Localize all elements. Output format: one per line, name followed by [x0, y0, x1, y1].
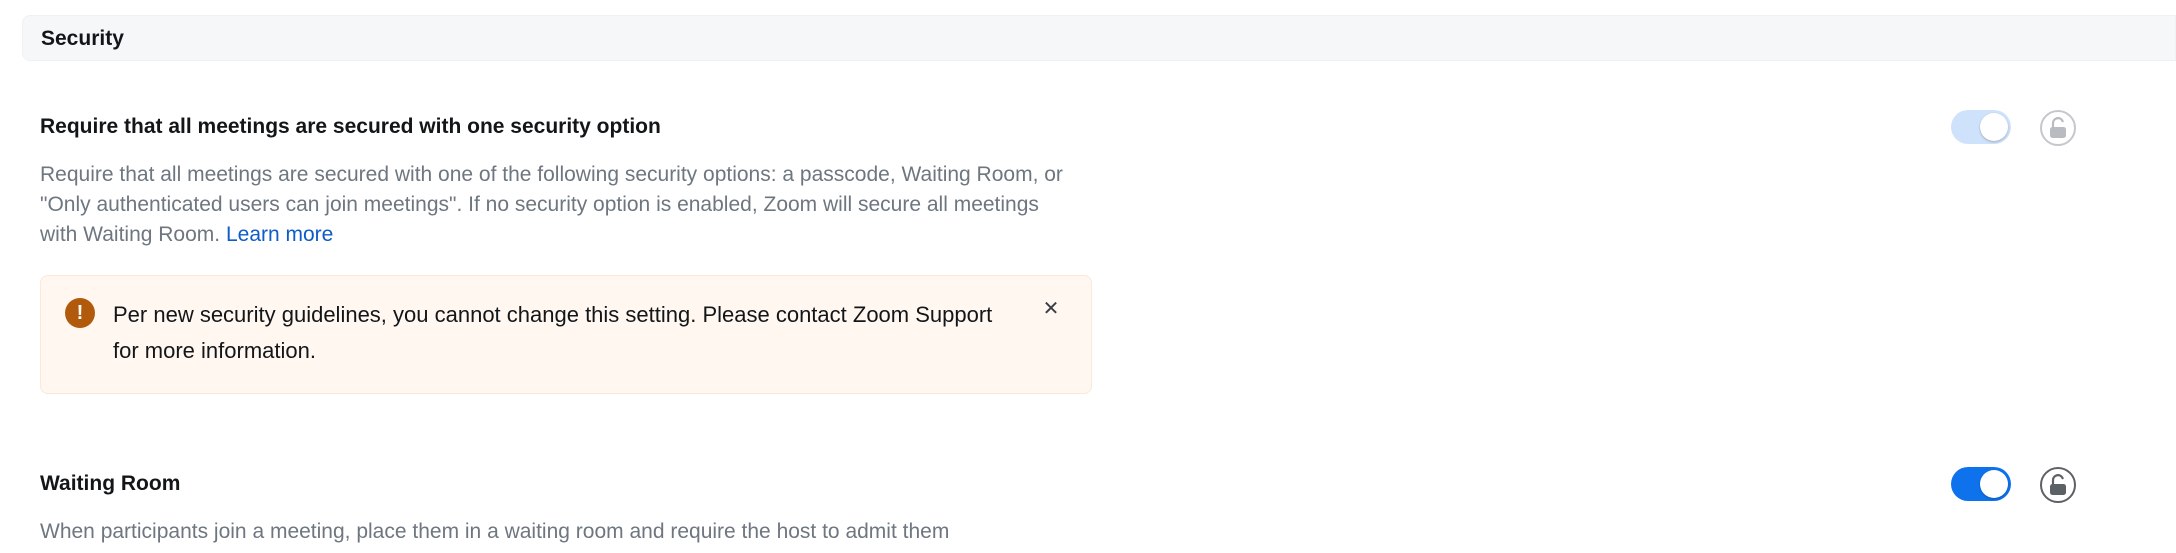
unlocked-padlock-icon[interactable]	[2040, 467, 2076, 503]
unlocked-padlock-icon[interactable]	[2040, 110, 2076, 146]
setting-waiting-room: Waiting Room	[40, 472, 180, 496]
security-settings-page: Security Require that all meetings are s…	[0, 0, 2176, 553]
waiting-room-toggle[interactable]	[1951, 467, 2011, 501]
cannot-change-alert: ! Per new security guidelines, you canno…	[40, 275, 1092, 394]
padlock-glyph	[2050, 117, 2066, 138]
setting-description-text: When participants join a meeting, place …	[40, 520, 950, 543]
setting-description: Require that all meetings are secured wi…	[40, 160, 1080, 250]
padlock-glyph	[2050, 474, 2066, 495]
toggle-knob	[1980, 113, 2008, 141]
toggle-knob	[1980, 470, 2008, 498]
require-security-toggle[interactable]	[1951, 110, 2011, 144]
setting-description: When participants join a meeting, place …	[40, 517, 1140, 547]
setting-require-security-option: Require that all meetings are secured wi…	[40, 115, 661, 139]
setting-description-text: Require that all meetings are secured wi…	[40, 163, 1063, 246]
setting-title: Require that all meetings are secured wi…	[40, 115, 661, 138]
warning-exclamation-icon: !	[65, 298, 95, 328]
learn-more-link[interactable]: Learn more	[226, 223, 333, 246]
close-x-icon[interactable]: ✕	[1039, 297, 1063, 321]
section-title: Security	[41, 27, 124, 50]
alert-message: Per new security guidelines, you cannot …	[113, 302, 993, 363]
setting-title: Waiting Room	[40, 472, 181, 495]
section-header: Security	[22, 15, 2176, 61]
